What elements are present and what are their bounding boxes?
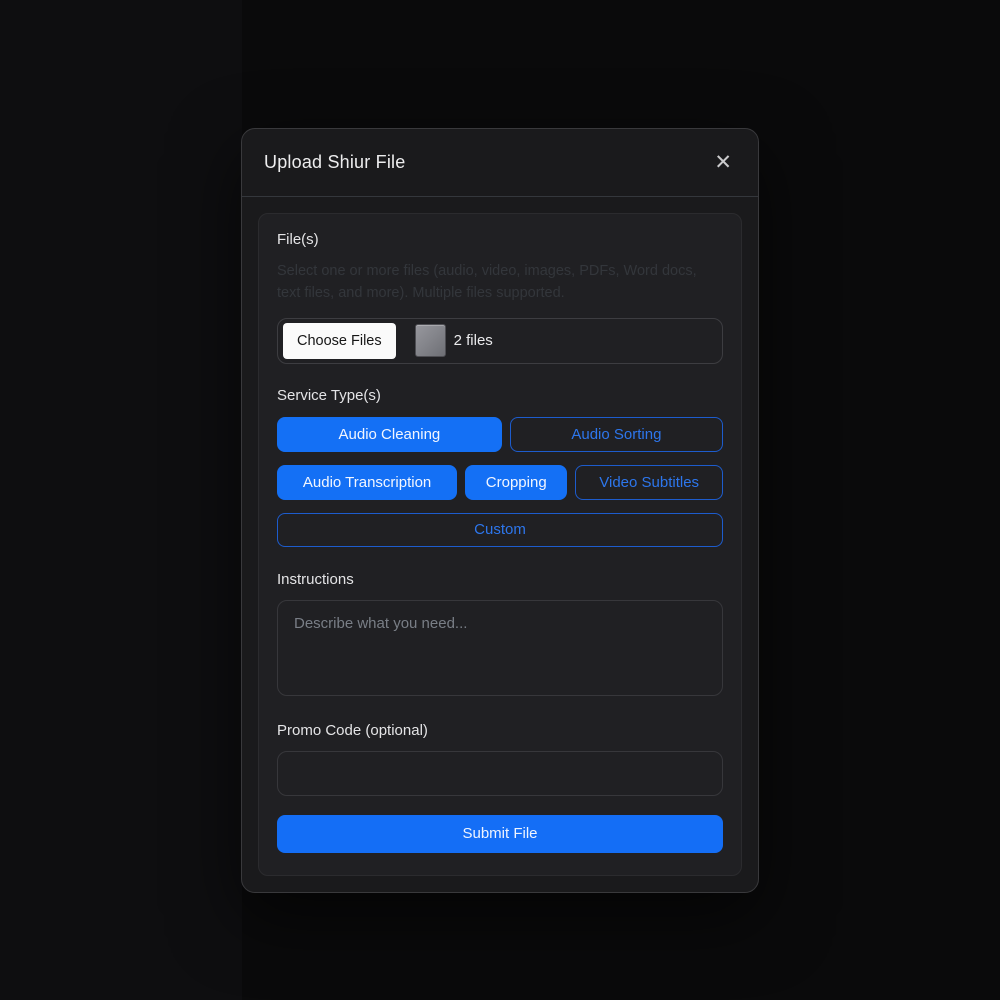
instructions-textarea[interactable] bbox=[277, 600, 723, 696]
promo-code-input[interactable] bbox=[277, 751, 723, 796]
service-type-row-1: Audio Cleaning Audio Sorting bbox=[277, 417, 723, 452]
upload-form-panel: File(s) Select one or more files (audio,… bbox=[258, 213, 742, 876]
service-video-subtitles-button[interactable]: Video Subtitles bbox=[575, 465, 723, 500]
file-count: 2 files bbox=[454, 332, 493, 349]
service-types-label: Service Type(s) bbox=[277, 387, 723, 404]
file-thumbnail-icon bbox=[415, 324, 446, 357]
service-audio-sorting-button[interactable]: Audio Sorting bbox=[510, 417, 723, 452]
file-input[interactable]: Choose Files 2 files bbox=[277, 318, 723, 364]
service-audio-cleaning-button[interactable]: Audio Cleaning bbox=[277, 417, 502, 452]
instructions-label: Instructions bbox=[277, 571, 723, 588]
submit-file-button[interactable]: Submit File bbox=[277, 815, 723, 853]
upload-shiur-modal: Upload Shiur File ✕ File(s) Select one o… bbox=[241, 128, 759, 893]
service-custom-button[interactable]: Custom bbox=[277, 513, 723, 547]
page-backdrop-left bbox=[0, 0, 242, 1000]
service-cropping-button[interactable]: Cropping bbox=[465, 465, 567, 500]
service-type-row-3: Custom bbox=[277, 513, 723, 547]
files-helper-text: Select one or more files (audio, video, … bbox=[277, 261, 723, 305]
close-icon[interactable]: ✕ bbox=[710, 148, 736, 177]
promo-code-label: Promo Code (optional) bbox=[277, 722, 723, 739]
service-type-row-2: Audio Transcription Cropping Video Subti… bbox=[277, 465, 723, 500]
files-label: File(s) bbox=[277, 231, 723, 248]
service-audio-transcription-button[interactable]: Audio Transcription bbox=[277, 465, 457, 500]
modal-header: Upload Shiur File ✕ bbox=[242, 129, 758, 197]
modal-title: Upload Shiur File bbox=[264, 152, 405, 173]
choose-files-button[interactable]: Choose Files bbox=[283, 323, 396, 359]
